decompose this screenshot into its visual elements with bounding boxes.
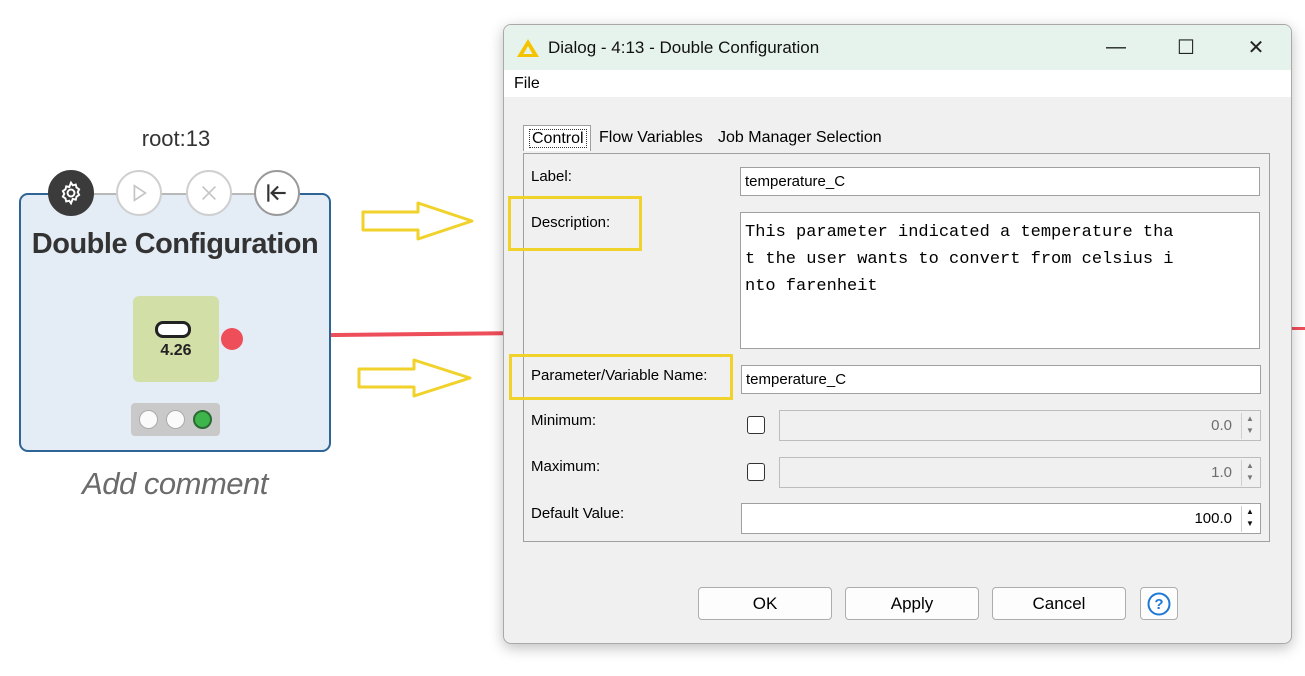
spinner-arrows-icon[interactable]: ▲ ▼	[1241, 413, 1258, 439]
help-icon: ?	[1147, 592, 1171, 615]
maximum-spinner[interactable]: 1.0 ▲ ▼	[779, 457, 1261, 488]
default-value: 100.0	[1194, 510, 1232, 527]
knime-logo-icon	[517, 39, 539, 57]
minimum-checkbox[interactable]	[747, 416, 765, 434]
apply-button[interactable]: Apply	[845, 587, 979, 620]
arrow-right-icon	[361, 201, 474, 241]
close-button[interactable]: ✕	[1233, 31, 1279, 64]
minimize-icon: —	[1106, 36, 1126, 58]
maximum-checkbox[interactable]	[747, 463, 765, 481]
description-line-1: This parameter indicated a temperature t…	[745, 223, 1174, 242]
dialog-title: Dialog - 4:13 - Double Configuration	[548, 38, 820, 57]
dialog-titlebar[interactable]: Dialog - 4:13 - Double Configuration — ☐…	[504, 25, 1291, 70]
label-input[interactable]: temperature_C	[740, 167, 1260, 196]
menu-file[interactable]: File	[514, 75, 540, 93]
tab-flow-variables[interactable]: Flow Variables	[594, 125, 708, 151]
svg-text:?: ?	[1154, 596, 1163, 613]
default-value-label: Default Value:	[531, 505, 625, 522]
default-value-spinner[interactable]: 100.0 ▲ ▼	[741, 503, 1261, 534]
description-highlight-box	[508, 196, 642, 251]
label-label: Label:	[531, 168, 572, 185]
description-line-3: nto farenheit	[745, 277, 878, 296]
menubar: File	[504, 70, 1291, 97]
parameter-name-input[interactable]: temperature_C	[741, 365, 1261, 394]
spinner-arrows-icon[interactable]: ▲ ▼	[1241, 460, 1258, 486]
ok-button[interactable]: OK	[698, 587, 832, 620]
configuration-dialog: Dialog - 4:13 - Double Configuration — ☐…	[503, 24, 1292, 644]
tab-control[interactable]: Control	[523, 125, 591, 151]
annotation-arrows	[357, 201, 474, 398]
close-icon: ✕	[1247, 37, 1265, 59]
tab-job-manager-selection[interactable]: Job Manager Selection	[713, 125, 887, 151]
spinner-arrows-icon[interactable]: ▲ ▼	[1241, 506, 1258, 532]
minimum-value: 0.0	[1211, 417, 1232, 434]
maximize-button[interactable]: ☐	[1163, 31, 1209, 64]
cancel-button[interactable]: Cancel	[992, 587, 1126, 620]
connection-line-continuation	[1292, 327, 1305, 330]
description-line-2: t the user wants to convert from celsius…	[745, 250, 1174, 269]
arrow-right-icon	[357, 358, 472, 398]
parameter-name-highlight-box	[509, 354, 733, 400]
maximum-label: Maximum:	[531, 458, 601, 475]
maximize-icon: ☐	[1177, 37, 1195, 59]
description-textarea[interactable]: This parameter indicated a temperature t…	[740, 212, 1260, 349]
minimize-button[interactable]: —	[1093, 31, 1139, 64]
minimum-spinner[interactable]: 0.0 ▲ ▼	[779, 410, 1261, 441]
minimum-label: Minimum:	[531, 412, 597, 429]
help-button[interactable]: ?	[1140, 587, 1178, 620]
add-comment[interactable]: Add comment	[40, 466, 310, 502]
maximum-value: 1.0	[1211, 464, 1232, 481]
